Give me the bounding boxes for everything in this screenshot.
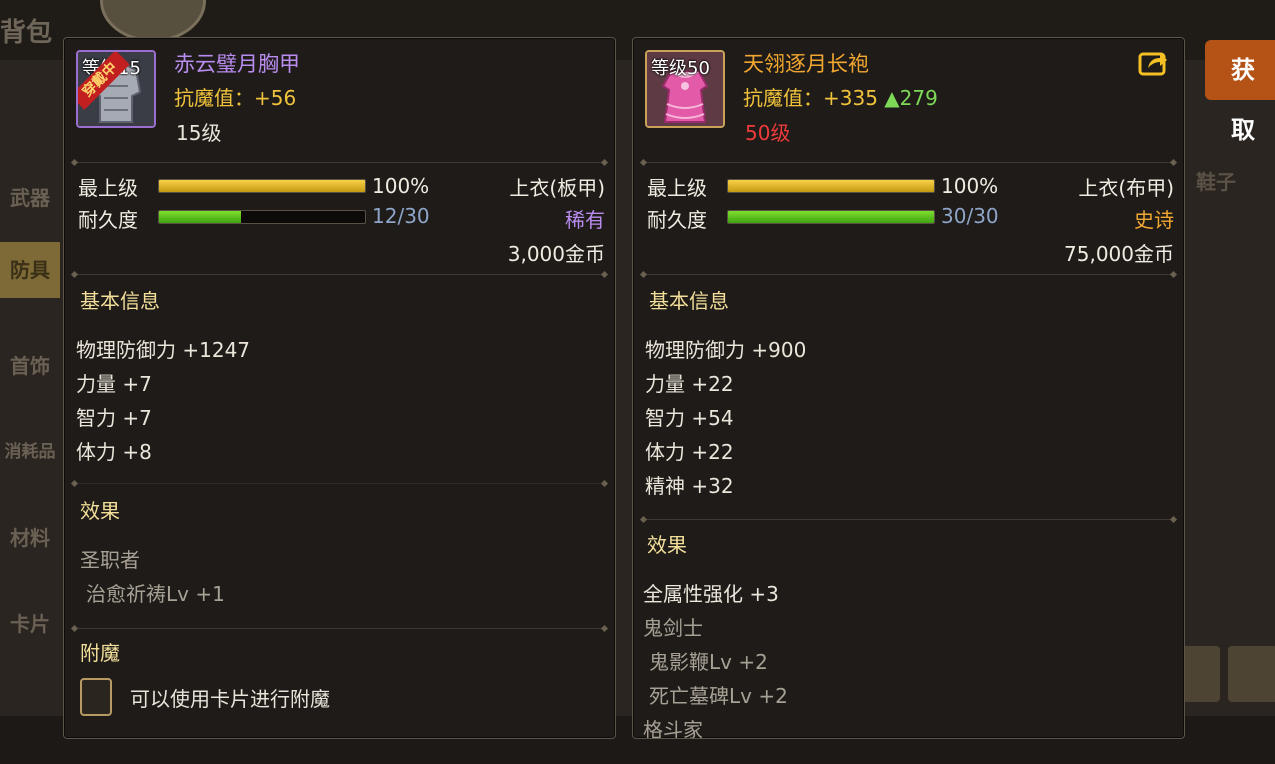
- stat-line: 物理防御力 +1247: [76, 338, 251, 362]
- enchant-card-slot[interactable]: [80, 678, 112, 716]
- sidebar-item-consumable[interactable]: 消耗品: [0, 424, 60, 480]
- basic-info-title: 基本信息: [80, 289, 160, 313]
- enchant-title: 附魔: [80, 641, 120, 665]
- resist-label: 抗魔值：: [174, 86, 254, 110]
- divider: [643, 162, 1174, 163]
- resist-label: 抗魔值：: [743, 86, 823, 110]
- sidebar-item-material[interactable]: 材料: [0, 510, 60, 566]
- sidebar-item-accessory[interactable]: 首饰: [0, 338, 60, 394]
- share-icon[interactable]: [1138, 50, 1168, 76]
- item-thumbnail: 等级50: [645, 50, 725, 128]
- basic-info-title: 基本信息: [649, 289, 729, 313]
- magic-resist: 抗魔值：+335 ▲279: [743, 82, 938, 111]
- max-level-label: 最上级: [78, 176, 138, 200]
- resist-value: +335: [823, 86, 878, 110]
- max-level-bar-fill: [728, 180, 934, 192]
- resist-value: +56: [254, 86, 297, 110]
- divider: [74, 628, 605, 629]
- page-title: 背包: [0, 18, 53, 48]
- item-tooltip-compare: 等级50 天翎逐月长袍 抗魔值：+335 ▲279 50级 最上级 100% 上…: [632, 37, 1185, 739]
- equipment-slot: 上衣(板甲): [509, 176, 605, 200]
- durability-bar: [727, 210, 935, 224]
- effect-class: 圣职者: [80, 548, 140, 572]
- max-level-value: 100%: [941, 174, 999, 198]
- item-name: 赤云璧月胸甲: [174, 52, 300, 76]
- effect-class: 鬼剑士: [643, 616, 703, 640]
- stat-line: 力量 +7: [76, 372, 152, 396]
- divider: [74, 483, 605, 484]
- magic-resist: 抗魔值：+56: [174, 82, 296, 111]
- equipment-slot: 上衣(布甲): [1078, 176, 1174, 200]
- effect-class: 格斗家: [643, 718, 703, 739]
- required-level: 15级: [176, 121, 222, 145]
- max-level-label: 最上级: [647, 176, 707, 200]
- durability-bar-fill: [159, 211, 242, 223]
- effect-skill: 治愈祈祷Lv +1: [86, 582, 225, 606]
- divider: [74, 162, 605, 163]
- durability-label: 耐久度: [78, 208, 138, 232]
- effect-all-stats: 全属性强化 +3: [643, 582, 779, 606]
- sidebar-item-card[interactable]: 卡片: [0, 596, 60, 652]
- category-sidebar: 武器 防具 首饰 消耗品 材料 卡片: [0, 160, 60, 720]
- stat-line: 体力 +22: [645, 440, 734, 464]
- divider: [643, 519, 1174, 520]
- action-button[interactable]: [1228, 646, 1275, 702]
- durability-bar-fill: [728, 211, 934, 223]
- thumb-level-text: 等级50: [651, 58, 710, 79]
- durability-value: 12/30: [372, 204, 430, 228]
- obtain-button[interactable]: 获取: [1205, 40, 1275, 144]
- price: 3,000金币: [507, 242, 605, 266]
- enchant-hint: 可以使用卡片进行附魔: [130, 687, 330, 711]
- effect-skill: 死亡墓碑Lv +2: [649, 684, 788, 708]
- effect-skill: 鬼影鞭Lv +2: [649, 650, 768, 674]
- max-level-value: 100%: [372, 174, 430, 198]
- stat-line: 智力 +54: [645, 406, 734, 430]
- sidebar-item-armor[interactable]: 防具: [0, 242, 60, 298]
- rarity: 史诗: [1134, 208, 1174, 232]
- stat-line: 体力 +8: [76, 440, 152, 464]
- durability-label: 耐久度: [647, 208, 707, 232]
- price: 75,000金币: [1064, 242, 1174, 266]
- resist-delta: ▲279: [884, 86, 938, 110]
- sidebar-item-weapon[interactable]: 武器: [0, 170, 60, 226]
- item-tooltip-equipped: 等级15 穿戴中 赤云璧月胸甲 抗魔值：+56 15级 最上级 100% 上衣(…: [63, 37, 616, 739]
- durability-value: 30/30: [941, 204, 999, 228]
- stat-line: 精神 +32: [645, 474, 734, 498]
- max-level-bar: [727, 179, 935, 193]
- required-level: 50级: [745, 121, 791, 145]
- shoes-slot-label: 鞋子: [1196, 170, 1236, 194]
- effect-title: 效果: [647, 533, 687, 557]
- rarity: 稀有: [565, 208, 605, 232]
- item-thumbnail: 等级15 穿戴中: [76, 50, 156, 128]
- stat-line: 智力 +7: [76, 406, 152, 430]
- durability-bar: [158, 210, 366, 224]
- divider: [643, 274, 1174, 275]
- effect-title: 效果: [80, 499, 120, 523]
- max-level-bar-fill: [159, 180, 365, 192]
- max-level-bar: [158, 179, 366, 193]
- divider: [74, 274, 605, 275]
- item-name: 天翎逐月长袍: [743, 52, 869, 76]
- stat-line: 力量 +22: [645, 372, 734, 396]
- stat-line: 物理防御力 +900: [645, 338, 807, 362]
